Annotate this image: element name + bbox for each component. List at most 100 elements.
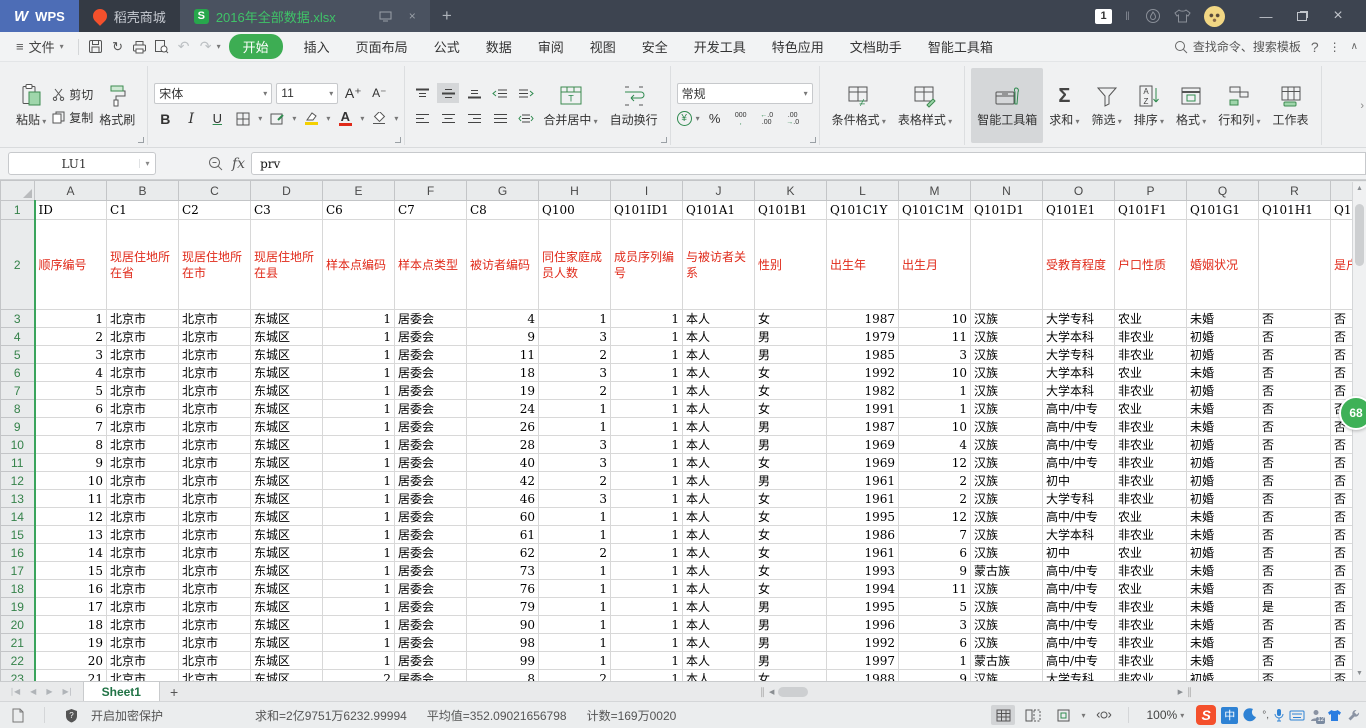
- row-header-23[interactable]: 23: [1, 670, 35, 682]
- cell[interactable]: Q101C1M: [899, 201, 971, 220]
- cell[interactable]: 初中: [1043, 544, 1115, 562]
- cell[interactable]: 北京市: [107, 364, 179, 382]
- splitter-handle2-icon[interactable]: ∥: [1187, 687, 1192, 698]
- cell[interactable]: 42: [467, 472, 539, 490]
- cell[interactable]: 高中/中专: [1043, 616, 1115, 634]
- cell[interactable]: 1: [611, 454, 683, 472]
- italic-button[interactable]: I: [180, 109, 202, 129]
- decrease-font-button[interactable]: A⁻: [368, 83, 390, 103]
- cell[interactable]: 北京市: [107, 310, 179, 328]
- cell[interactable]: 男: [755, 346, 827, 364]
- add-sheet-button[interactable]: +: [160, 682, 188, 701]
- cell[interactable]: 1961: [827, 472, 899, 490]
- search-command-box[interactable]: 查找命令、搜索模板: [1174, 38, 1301, 55]
- cell[interactable]: 否: [1259, 508, 1331, 526]
- cell[interactable]: 1: [611, 526, 683, 544]
- cell[interactable]: 汉族: [971, 598, 1043, 616]
- cell[interactable]: [1259, 220, 1331, 310]
- integral-flame-icon[interactable]: [1144, 8, 1161, 25]
- cell[interactable]: Q101E1: [1043, 201, 1115, 220]
- cell[interactable]: 1: [539, 580, 611, 598]
- cell[interactable]: 东城区: [251, 490, 323, 508]
- cell[interactable]: 样本点编码: [323, 220, 395, 310]
- tab-developer[interactable]: 开发工具: [682, 34, 758, 59]
- cell[interactable]: 1: [323, 418, 395, 436]
- cell[interactable]: 北京市: [179, 472, 251, 490]
- cell[interactable]: 1: [899, 382, 971, 400]
- cell[interactable]: 北京市: [107, 436, 179, 454]
- cell[interactable]: 1: [611, 472, 683, 490]
- worksheet-button[interactable]: 工作表: [1267, 68, 1315, 143]
- cell[interactable]: 1: [611, 364, 683, 382]
- row-header-10[interactable]: 10: [1, 436, 35, 454]
- cell[interactable]: 6: [899, 634, 971, 652]
- cell[interactable]: 北京市: [179, 616, 251, 634]
- cell[interactable]: 非农业: [1115, 598, 1187, 616]
- cell[interactable]: 蒙古族: [971, 562, 1043, 580]
- cell[interactable]: 否: [1259, 562, 1331, 580]
- cell[interactable]: 否: [1259, 544, 1331, 562]
- cell[interactable]: 1: [611, 634, 683, 652]
- bold-button[interactable]: B: [154, 109, 176, 129]
- cell[interactable]: 1979: [827, 328, 899, 346]
- cell[interactable]: 初婚: [1187, 436, 1259, 454]
- cell[interactable]: 居委会: [395, 634, 467, 652]
- row-header-4[interactable]: 4: [1, 328, 35, 346]
- user-tray-icon[interactable]: 12: [1310, 709, 1322, 722]
- row-header-17[interactable]: 17: [1, 562, 35, 580]
- print-preview-button[interactable]: [151, 37, 173, 57]
- cell[interactable]: 否: [1259, 634, 1331, 652]
- cell[interactable]: 否: [1259, 364, 1331, 382]
- cell[interactable]: 1: [611, 328, 683, 346]
- cell[interactable]: 18: [35, 616, 107, 634]
- column-header-H[interactable]: H: [539, 181, 611, 201]
- cell[interactable]: 居委会: [395, 472, 467, 490]
- cell[interactable]: Q101H1: [1259, 201, 1331, 220]
- cell[interactable]: 性别: [755, 220, 827, 310]
- cell[interactable]: 初婚: [1187, 328, 1259, 346]
- horizontal-scroll-thumb[interactable]: [778, 687, 808, 697]
- cell[interactable]: 1: [323, 472, 395, 490]
- cell[interactable]: 男: [755, 328, 827, 346]
- encryption-protection-label[interactable]: 开启加密保护: [91, 707, 163, 724]
- cell[interactable]: 东城区: [251, 472, 323, 490]
- cell[interactable]: 北京市: [107, 670, 179, 682]
- page-layout-dropdown-icon[interactable]: ▾: [1081, 711, 1085, 720]
- name-box[interactable]: LU1 ▾: [8, 152, 156, 175]
- cell[interactable]: 汉族: [971, 508, 1043, 526]
- save-button[interactable]: [85, 37, 107, 57]
- cell[interactable]: 汉族: [971, 346, 1043, 364]
- cell[interactable]: 非农业: [1115, 454, 1187, 472]
- cell[interactable]: 11: [899, 328, 971, 346]
- cell[interactable]: 10: [899, 418, 971, 436]
- merge-center-button[interactable]: T 合并居中 ▾: [537, 68, 603, 143]
- cell[interactable]: 1: [323, 382, 395, 400]
- increase-font-button[interactable]: A⁺: [342, 83, 364, 103]
- cell[interactable]: 未婚: [1187, 580, 1259, 598]
- cell[interactable]: 79: [467, 598, 539, 616]
- cell[interactable]: 北京市: [107, 328, 179, 346]
- history-button[interactable]: ↻: [107, 37, 129, 57]
- cell[interactable]: 北京市: [107, 526, 179, 544]
- user-avatar[interactable]: [1204, 6, 1225, 27]
- cell[interactable]: 2: [323, 670, 395, 682]
- cell[interactable]: 男: [755, 634, 827, 652]
- cell[interactable]: 否: [1259, 382, 1331, 400]
- cell[interactable]: 1: [611, 652, 683, 670]
- cell[interactable]: 19: [467, 382, 539, 400]
- cell[interactable]: 成员序列编号: [611, 220, 683, 310]
- fill-dropdown-icon[interactable]: ▾: [292, 114, 296, 123]
- cell[interactable]: 1: [323, 544, 395, 562]
- cell[interactable]: 1: [539, 634, 611, 652]
- cell[interactable]: 2: [899, 490, 971, 508]
- cell[interactable]: 1988: [827, 670, 899, 682]
- cell[interactable]: 1995: [827, 598, 899, 616]
- cell[interactable]: 未婚: [1187, 364, 1259, 382]
- scroll-left-icon[interactable]: ◀: [769, 688, 774, 696]
- cell[interactable]: 1: [539, 652, 611, 670]
- cell[interactable]: 汉族: [971, 544, 1043, 562]
- cell[interactable]: 高中/中专: [1043, 418, 1115, 436]
- column-header-E[interactable]: E: [323, 181, 395, 201]
- cell[interactable]: 北京市: [107, 472, 179, 490]
- more-menu-icon[interactable]: ⋮: [1329, 40, 1341, 54]
